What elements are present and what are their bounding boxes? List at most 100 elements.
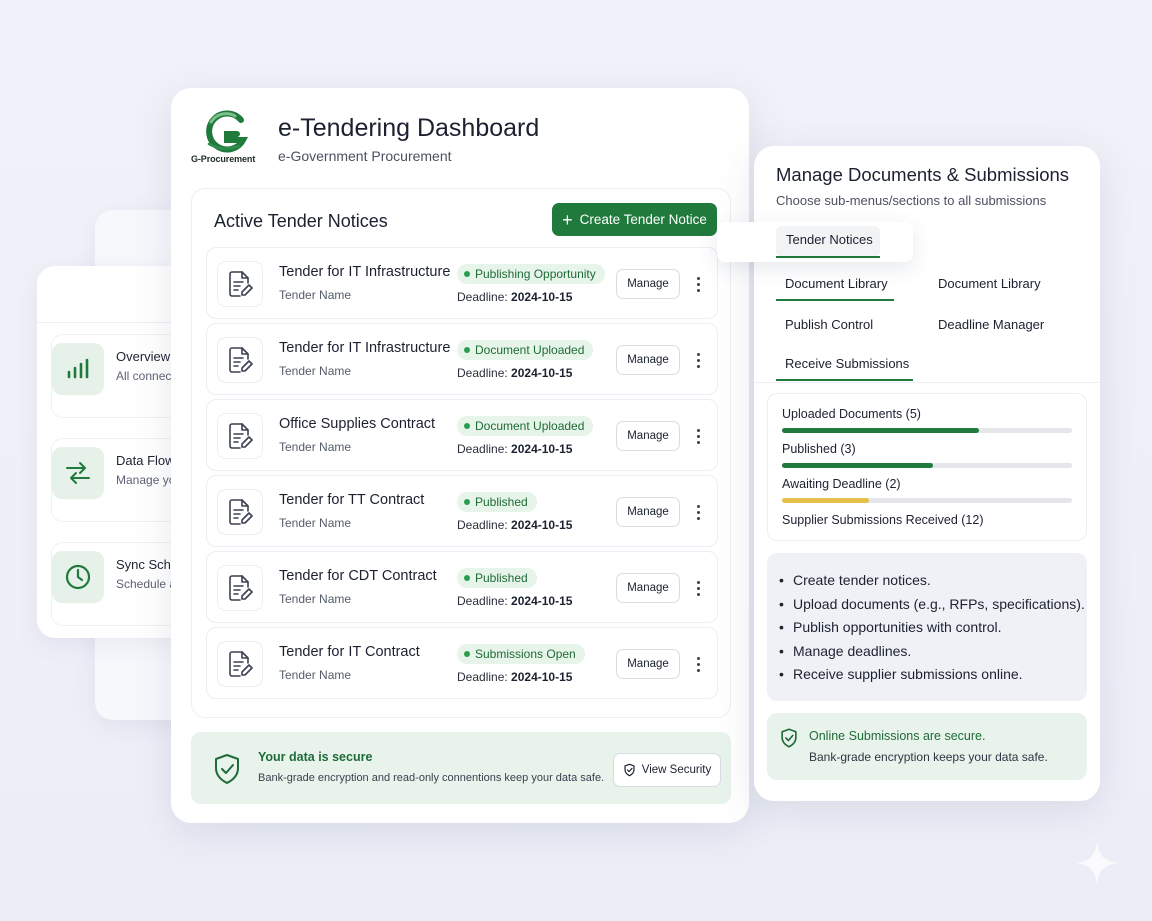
status-badge: Publishing Opportunity xyxy=(457,264,605,284)
page-title: e-Tendering Dashboard xyxy=(278,114,540,142)
side-item-subtitle: All connect xyxy=(116,369,175,383)
list-item: Manage deadlines. xyxy=(777,640,1087,664)
tender-name: Tender for IT Contract xyxy=(279,644,420,660)
tender-notices-panel: Active Tender Notices + Create Tender No… xyxy=(191,188,731,718)
view-security-button[interactable]: View Security xyxy=(613,753,721,787)
side-item-title: Overview xyxy=(116,349,171,364)
tab-tender-notices[interactable]: Tender Notices xyxy=(717,222,913,262)
side-item-title: Data Flow xyxy=(116,453,175,468)
tender-subtitle: Tender Name xyxy=(279,516,352,530)
progress-bar xyxy=(782,498,1072,503)
progress-fill xyxy=(782,498,869,503)
tender-subtitle: Tender Name xyxy=(279,592,352,606)
stat-label: Supplier Submissions Received (12) xyxy=(782,513,984,527)
status-badge: Document Uploaded xyxy=(457,416,594,436)
document-edit-icon xyxy=(217,413,263,459)
feature-list: Create tender notices. Upload documents … xyxy=(767,553,1087,701)
shield-check-icon xyxy=(779,727,799,754)
sparkle-icon xyxy=(1076,842,1118,884)
manage-button[interactable]: Manage xyxy=(616,573,680,603)
document-edit-icon xyxy=(217,261,263,307)
more-options-icon[interactable] xyxy=(691,348,705,372)
tab-deadline-manager[interactable]: Deadline Manager xyxy=(938,317,1044,332)
list-item: Receive supplier submissions online. xyxy=(777,663,1087,687)
tab-underline xyxy=(776,379,913,381)
progress-bar xyxy=(782,428,1072,433)
shield-check-icon xyxy=(211,752,243,791)
deadline-date: 2024-10-15 xyxy=(511,366,573,380)
manage-button[interactable]: Manage xyxy=(616,497,680,527)
panel-title: Active Tender Notices xyxy=(214,211,388,231)
tender-row[interactable]: Tender for CDT Contract Tender Name Publ… xyxy=(206,551,718,623)
clock-icon xyxy=(52,551,104,603)
panel-subtitle: Choose sub-menus/sections to all submiss… xyxy=(776,193,1047,208)
list-item: Publish opportunities with control. xyxy=(777,616,1087,640)
tender-row[interactable]: Office Supplies Contract Tender Name Doc… xyxy=(206,399,718,471)
tender-row[interactable]: Tender for IT Infrastructure Tender Name… xyxy=(206,323,718,395)
tender-name: Tender for IT Infrastructure xyxy=(279,264,451,280)
side-item-title: Sync Sche xyxy=(116,557,179,572)
divider xyxy=(754,382,1100,383)
manage-button[interactable]: Manage xyxy=(616,345,680,375)
tender-subtitle: Tender Name xyxy=(279,440,352,454)
security-banner: Your data is secure Bank-grade encryptio… xyxy=(191,732,731,804)
tab-receive-submissions[interactable]: Receive Submissions xyxy=(785,356,909,371)
stat-label: Uploaded Documents (5) xyxy=(782,407,921,421)
document-edit-icon xyxy=(217,489,263,535)
logo-text: G-Procurement xyxy=(191,154,256,164)
status-badge: Published xyxy=(457,568,537,588)
progress-bar xyxy=(782,463,1072,468)
manage-button[interactable]: Manage xyxy=(616,649,680,679)
tender-row[interactable]: Tender for TT Contract Tender Name Publi… xyxy=(206,475,718,547)
tab-underline xyxy=(776,256,880,258)
document-edit-icon xyxy=(217,565,263,611)
tab-document-library[interactable]: Document Library xyxy=(785,276,888,291)
deadline-date: 2024-10-15 xyxy=(511,594,573,608)
secure-title: Online Submissions are secure. xyxy=(809,729,986,743)
status-badge: Published xyxy=(457,492,537,512)
tender-name: Tender for TT Contract xyxy=(279,492,425,508)
tab-label: Tender Notices xyxy=(786,232,873,247)
tender-row[interactable]: Tender for IT Infrastructure Tender Name… xyxy=(206,247,718,319)
tender-subtitle: Tender Name xyxy=(279,364,352,378)
list-item: Upload documents (e.g., RFPs, specificat… xyxy=(777,593,1087,617)
deadline-date: 2024-10-15 xyxy=(511,290,573,304)
manage-button[interactable]: Manage xyxy=(616,269,680,299)
document-edit-icon xyxy=(217,641,263,687)
security-text: Bank-grade encryption and read-only conn… xyxy=(258,772,605,784)
status-badge: Submissions Open xyxy=(457,644,585,664)
more-options-icon[interactable] xyxy=(691,272,705,296)
deadline-date: 2024-10-15 xyxy=(511,670,573,684)
tender-row[interactable]: Tender for IT Contract Tender Name Submi… xyxy=(206,627,718,699)
deadline: Deadline: 2024-10-15 xyxy=(457,290,573,304)
submission-stats: Uploaded Documents (5) Published (3) Awa… xyxy=(767,393,1087,541)
shield-icon xyxy=(624,763,635,777)
deadline-date: 2024-10-15 xyxy=(511,442,573,456)
dashboard-card: G-Procurement e-Tendering Dashboard e-Go… xyxy=(171,88,749,823)
deadline: Deadline: 2024-10-15 xyxy=(457,518,573,532)
tab-document-library-2[interactable]: Document Library xyxy=(938,276,1041,291)
create-tender-button[interactable]: + Create Tender Notice xyxy=(552,203,717,236)
more-options-icon[interactable] xyxy=(691,424,705,448)
more-options-icon[interactable] xyxy=(691,500,705,524)
tender-subtitle: Tender Name xyxy=(279,288,352,302)
security-title: Your data is secure xyxy=(258,750,373,764)
more-options-icon[interactable] xyxy=(691,652,705,676)
more-options-icon[interactable] xyxy=(691,576,705,600)
page-subtitle: e-Government Procurement xyxy=(278,148,452,164)
tab-publish-control[interactable]: Publish Control xyxy=(785,317,873,332)
tender-subtitle: Tender Name xyxy=(279,668,352,682)
deadline: Deadline: 2024-10-15 xyxy=(457,442,573,456)
document-edit-icon xyxy=(217,337,263,383)
side-item-subtitle: Manage yo xyxy=(116,473,176,487)
bar-chart-icon xyxy=(52,343,104,395)
deadline: Deadline: 2024-10-15 xyxy=(457,366,573,380)
deadline: Deadline: 2024-10-15 xyxy=(457,594,573,608)
tender-name: Tender for IT Infrastructure xyxy=(279,340,451,356)
stat-label: Awaiting Deadline (2) xyxy=(782,477,901,491)
create-tender-label: Create Tender Notice xyxy=(579,212,707,227)
tender-name: Tender for CDT Contract xyxy=(279,568,437,584)
manage-button[interactable]: Manage xyxy=(616,421,680,451)
plus-icon: + xyxy=(562,209,573,230)
tender-list: Tender for IT Infrastructure Tender Name… xyxy=(206,247,718,703)
